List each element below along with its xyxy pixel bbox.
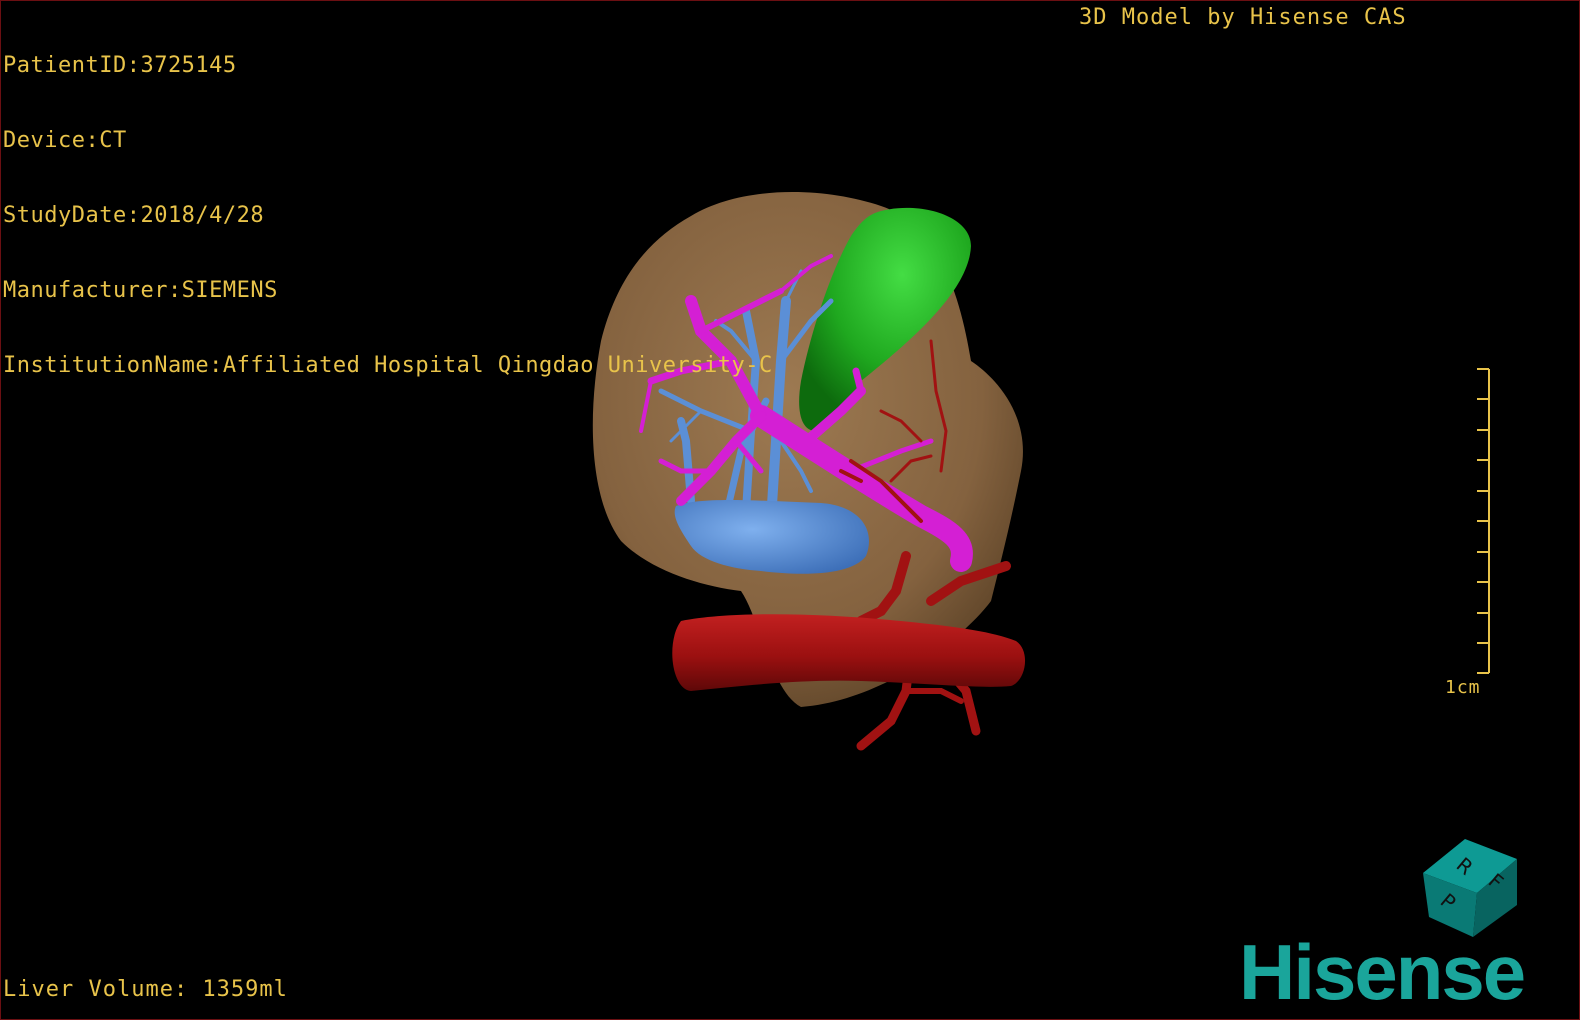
aorta [672, 614, 1026, 691]
device-text: Device:CT [3, 128, 127, 153]
study-date-text: StudyDate:2018/4/28 [3, 203, 265, 228]
hisense-logo: Hisense [1239, 931, 1526, 1011]
patient-info-overlay: PatientID:3725145 Device:CT StudyDate:20… [3, 3, 773, 428]
scale-bar [1477, 368, 1490, 674]
orientation-cube[interactable]: R F P [1417, 833, 1527, 943]
svg-text:Hisense: Hisense [1239, 931, 1524, 1011]
3d-viewport[interactable]: PatientID:3725145 Device:CT StudyDate:20… [0, 0, 1580, 1020]
institution-text: InstitutionName:Affiliated Hospital Qing… [3, 353, 773, 378]
scale-bar-label: 1cm [1445, 677, 1481, 698]
patient-id-text: PatientID:3725145 [3, 53, 237, 78]
manufacturer-text: Manufacturer:SIEMENS [3, 278, 278, 303]
liver-volume-text: Liver Volume: 1359ml [3, 977, 288, 1002]
model-credit-text: 3D Model by Hisense CAS [1079, 5, 1407, 30]
